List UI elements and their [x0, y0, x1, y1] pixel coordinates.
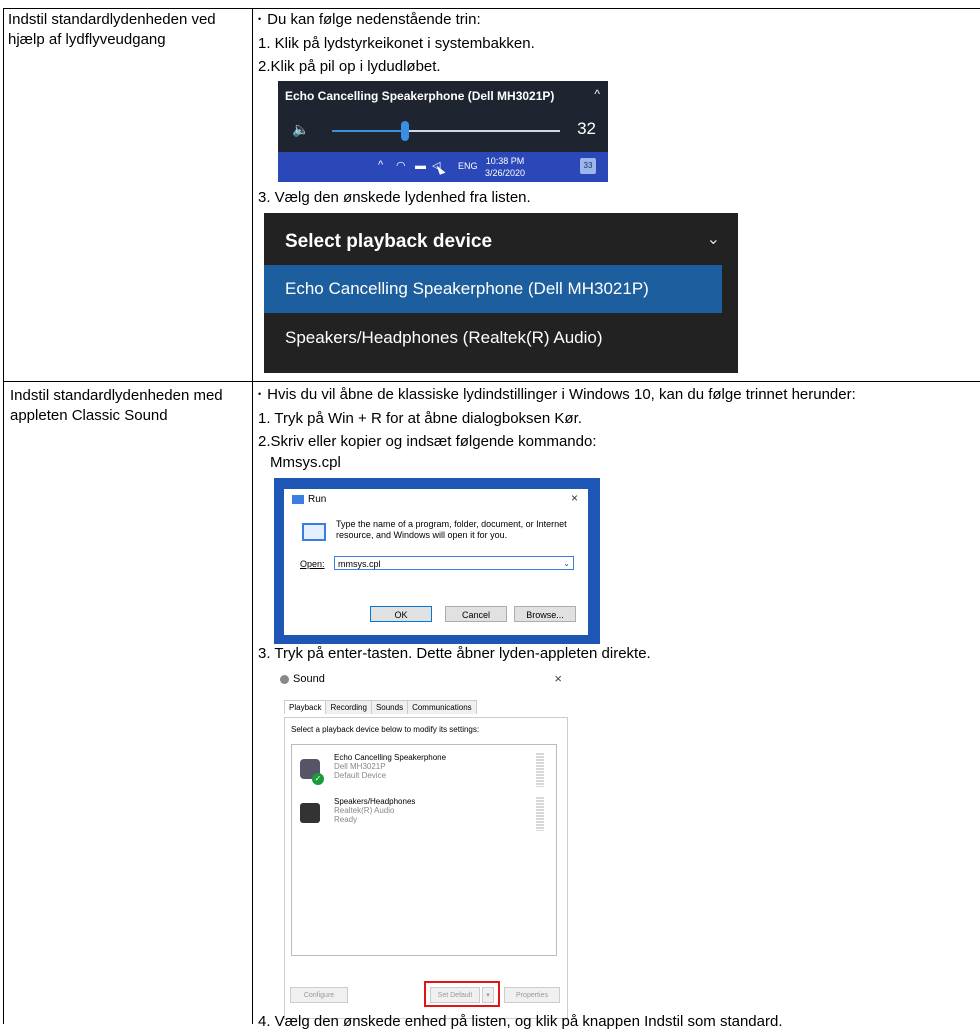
row1-line-1: 1. Klik på lydstyrkeikonet i systembakke… — [258, 35, 535, 52]
document-table: Indstil standardlydenheden ved hjælp af … — [0, 0, 980, 1030]
device-list: ✓ Echo Cancelling Speakerphone Dell MH30… — [291, 744, 557, 956]
clock-date: 3/26/2020 — [485, 168, 526, 178]
volume-fill — [332, 130, 405, 132]
volume-slider — [332, 121, 560, 141]
check-icon: ✓ — [312, 773, 324, 785]
bullet-icon: • — [258, 14, 262, 25]
sound-title: Sound — [280, 673, 325, 685]
device-info: Speakers/Headphones Realtek(R) Audio Rea… — [334, 797, 415, 824]
flyout-device-name: Echo Cancelling Speakerphone (Dell MH302… — [285, 89, 555, 103]
tab-communications: Communications — [407, 700, 477, 714]
chevron-up-icon: ^ — [378, 159, 384, 171]
device-list-heading: Select playback device — [285, 231, 493, 252]
mouse-cursor-icon — [436, 163, 446, 175]
taskbar-clock: 10:38 PM 3/26/2020 — [485, 155, 525, 179]
row1-line-0: Du kan følge nedenstående trin: — [267, 11, 481, 28]
close-icon: × — [554, 671, 562, 686]
device-name: Echo Cancelling Speakerphone — [334, 753, 447, 762]
table-border-top — [3, 8, 980, 9]
row2-line-5: 4. Vælg den ønskede enhed på listen, og … — [258, 1013, 783, 1030]
row1-line-2: 2.Klik på pil op i lydudløbet. — [258, 58, 441, 75]
properties-button: Properties — [504, 987, 560, 1003]
notification-icon: 33 — [580, 158, 596, 174]
device-status: Default Device — [334, 771, 387, 780]
tab-playback: Playback — [284, 700, 327, 714]
device-status: Ready — [334, 815, 358, 824]
battery-icon: ▬ — [415, 160, 426, 172]
row1-intro: • Du kan følge nedenstående trin: — [258, 10, 481, 30]
language-indicator: ENG — [458, 161, 478, 171]
row2-line-4: 3. Tryk på enter-tasten. Dette åbner lyd… — [258, 645, 651, 662]
dropdown-arrow-icon: ⌄ — [563, 559, 570, 568]
wifi-icon: ◠ — [396, 160, 406, 172]
tab-recording: Recording — [325, 700, 372, 714]
chevron-down-icon: ⌄ — [706, 231, 720, 248]
level-meter — [536, 753, 544, 787]
device-model: Dell MH3021P — [334, 762, 386, 771]
column-divider — [252, 8, 253, 1024]
sound-icon — [280, 674, 289, 684]
row2-intro: • Hvis du vil åbne de klassiske lydindsti… — [258, 385, 856, 405]
row2-line-2: 2.Skriv eller kopier og indsæt følgende … — [258, 433, 597, 450]
row2-line-1: 1. Tryk på Win + R for at åbne dialogbok… — [258, 410, 582, 427]
run-window: Run × Type the name of a program, folder… — [284, 489, 588, 635]
bullet-icon: • — [258, 389, 262, 400]
device-model: Realtek(R) Audio — [334, 806, 395, 815]
highlight-box — [424, 981, 500, 1007]
volume-flyout-screenshot: Echo Cancelling Speakerphone (Dell MH302… — [278, 81, 608, 182]
speaker-icon: 🔈 — [292, 121, 310, 137]
cancel-button: Cancel — [445, 606, 507, 622]
volume-thumb — [401, 121, 409, 141]
playback-panel: Select a playback device below to modify… — [284, 717, 568, 1019]
sound-dialog-screenshot: Sound × Playback Recording Sounds Communica… — [274, 667, 574, 1024]
run-desc-line-1: Type the name of a program, folder, docu… — [336, 519, 567, 529]
sound-title-text: Sound — [293, 673, 325, 685]
row1-label: Indstil standardlydenheden ved hjælp af … — [8, 11, 216, 48]
table-border-left — [3, 8, 4, 1024]
row-divider — [3, 381, 980, 382]
playback-instruction: Select a playback device below to modify… — [291, 725, 480, 734]
browse-button: Browse... — [514, 606, 576, 622]
run-desc-line-2: resource, and Windows will open it for y… — [336, 530, 508, 540]
row2-label: Indstil standardlydenheden med appleten … — [10, 387, 223, 424]
tab-sounds: Sounds — [370, 700, 409, 714]
run-title-text: Run — [308, 494, 327, 505]
run-description: Type the name of a program, folder, docu… — [336, 519, 567, 541]
taskbar: ^ ◠ ▬ ◁ ENG 10:38 PM 3/26/2020 33 — [278, 152, 608, 182]
device-item-0: Echo Cancelling Speakerphone (Dell MH302… — [285, 279, 649, 298]
row1-line-3: 3. Vælg den ønskede lydenhed fra listen. — [258, 189, 531, 206]
run-program-icon — [302, 523, 326, 541]
device-row: ✓ Echo Cancelling Speakerphone Dell MH30… — [292, 751, 554, 793]
ok-button: OK — [370, 606, 432, 622]
close-icon: × — [570, 491, 578, 505]
row2-line-0: Hvis du vil åbne de klassiske lydindstil… — [267, 386, 856, 403]
volume-value: 32 — [577, 119, 596, 138]
open-input: mmsys.cpl ⌄ — [334, 556, 574, 570]
sound-tabs: Playback Recording Sounds Communications — [284, 700, 477, 714]
device-row: Speakers/Headphones Realtek(R) Audio Rea… — [292, 795, 554, 837]
run-icon — [292, 494, 304, 504]
row2-line-3: Mmsys.cpl — [270, 454, 341, 471]
playback-device-screenshot: Select playback device ⌄ Echo Cancelling… — [264, 213, 738, 373]
device-info: Echo Cancelling Speakerphone Dell MH3021… — [334, 753, 446, 780]
clock-time: 10:38 PM — [485, 156, 525, 166]
level-meter — [536, 797, 544, 831]
configure-button: Configure — [290, 987, 348, 1003]
device-item-1: Speakers/Headphones (Realtek(R) Audio) — [285, 328, 603, 347]
open-label: Open: — [300, 559, 325, 569]
run-title: Run — [292, 494, 326, 505]
chevron-up-icon: ^ — [594, 87, 600, 101]
device-name: Speakers/Headphones — [334, 797, 416, 806]
run-dialog-screenshot: Run × Type the name of a program, folder… — [274, 478, 600, 644]
speaker-icon — [300, 803, 320, 823]
open-input-value: mmsys.cpl — [338, 559, 381, 569]
